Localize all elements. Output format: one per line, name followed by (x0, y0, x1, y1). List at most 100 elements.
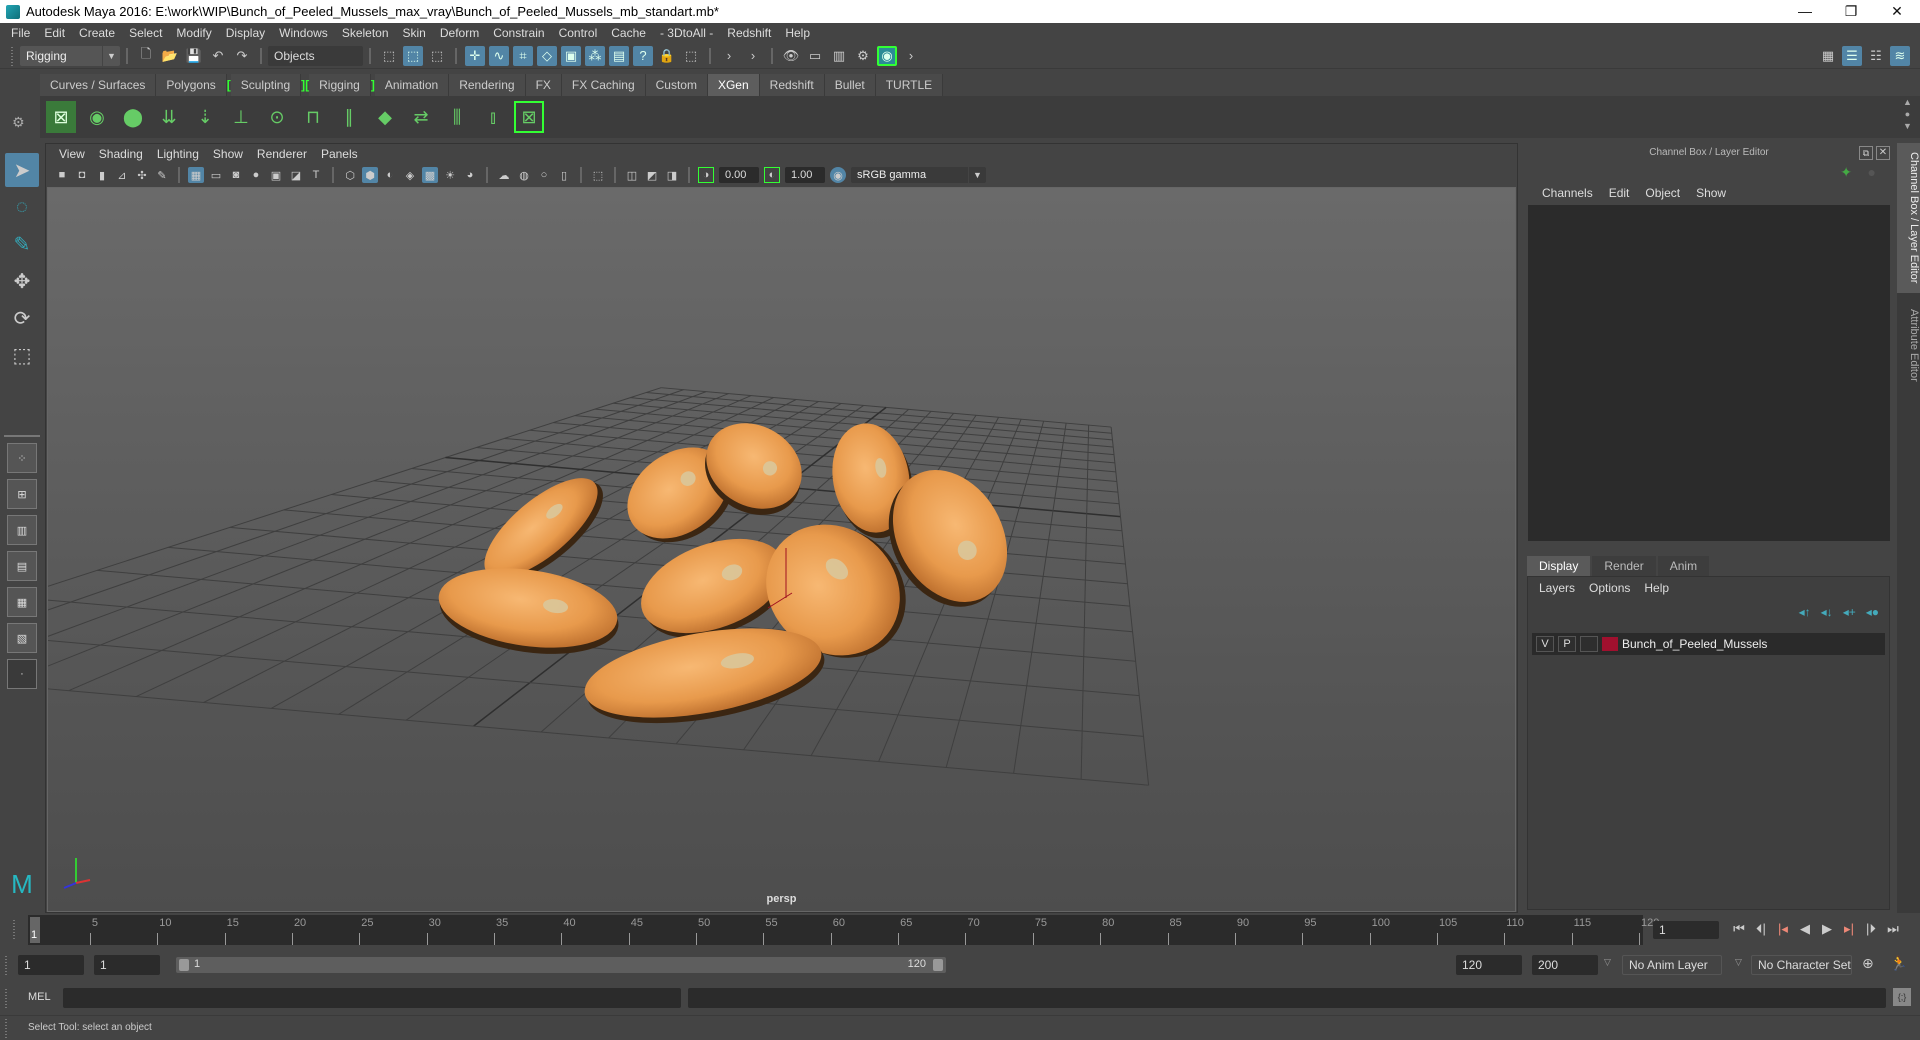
snap-grid-icon[interactable]: ✛ (465, 45, 485, 66)
new-layer-icon[interactable]: ◂+ (1843, 605, 1856, 619)
shelf-tab-fx[interactable]: FX (525, 74, 562, 96)
color-management-toggle-icon[interactable]: ◉ (830, 167, 846, 183)
layout-menu-icon[interactable]: · (7, 659, 37, 689)
new-layer-selected-icon[interactable]: ◂● (1866, 605, 1879, 619)
tool-settings-icon[interactable]: ☷ (1866, 46, 1886, 66)
render-frame-icon[interactable]: ▭ (805, 46, 825, 66)
animation-preferences-icon[interactable]: 🏃 (1890, 955, 1907, 972)
playback-start-field[interactable]: 1 (94, 955, 160, 975)
snap-plane-icon[interactable]: ◇ (537, 45, 557, 66)
panel-menu-panels[interactable]: Panels (314, 147, 365, 161)
step-back-key-icon[interactable]: |◂ (1772, 921, 1794, 937)
shelf-tab-rendering[interactable]: Rendering (449, 74, 526, 96)
single-perspective-layout-icon[interactable]: ⁘ (7, 443, 37, 473)
lock-guide-icon[interactable]: ⊓ (298, 101, 328, 133)
ipr-render-icon[interactable]: ▥ (829, 46, 849, 66)
menu-skin[interactable]: Skin (396, 26, 433, 40)
scene-canvas[interactable] (48, 188, 1516, 912)
channel-box-menu-edit[interactable]: Edit (1601, 186, 1638, 200)
select-object-icon[interactable]: ⬚ (403, 45, 423, 66)
channel-box-menu-channels[interactable]: Channels (1534, 186, 1601, 200)
bend-guide-icon[interactable]: ∥ (334, 101, 364, 133)
selection-mode-dropdown[interactable]: Objects (268, 45, 363, 66)
menu-file[interactable]: File (4, 26, 37, 40)
modeling-toolkit-icon[interactable]: ▦ (1818, 46, 1838, 66)
persp-graph-layout-icon[interactable]: ▤ (7, 551, 37, 581)
add-guide-icon[interactable]: ⊥ (226, 101, 256, 133)
menu-modify[interactable]: Modify (169, 26, 218, 40)
exposure-field[interactable]: 0.00 (719, 167, 759, 183)
guide-sculpt-icon[interactable]: ⫼ (442, 101, 472, 133)
3d-viewport[interactable]: persp (47, 187, 1516, 912)
menu-create[interactable]: Create (72, 26, 122, 40)
float-panel-icon[interactable]: ⧉ (1859, 146, 1873, 160)
hypershade-layout-icon[interactable]: ▦ (7, 587, 37, 617)
gamma-field[interactable]: 1.00 (785, 167, 825, 183)
end-time-field[interactable]: 200 (1532, 955, 1598, 975)
chevron-down-icon[interactable]: ▽ (1604, 957, 1611, 968)
menu-control[interactable]: Control (552, 26, 605, 40)
help-icon[interactable]: ? (633, 45, 653, 66)
command-input[interactable] (63, 988, 681, 1008)
menuset-dropdown[interactable]: Rigging ▼ (20, 45, 120, 66)
manipulator-axis-icon[interactable]: ✦ (1840, 164, 1852, 181)
persp-outliner-layout-icon[interactable]: ▥ (7, 515, 37, 545)
guide-length-icon[interactable]: ⫾ (478, 101, 508, 133)
render-view-icon[interactable]: ▤ (609, 45, 629, 66)
maximize-button[interactable]: ❐ (1828, 0, 1874, 23)
snap-curve-icon[interactable]: ∿ (489, 45, 509, 66)
safe-action-icon[interactable]: ◪ (288, 167, 304, 183)
guide-select-icon[interactable]: ◆ (370, 101, 400, 133)
image-plane-icon[interactable]: ⊿ (114, 167, 130, 183)
exposure-icon[interactable]: ◑ (698, 167, 714, 183)
smooth-shade-icon[interactable]: ⬢ (362, 167, 378, 183)
motion-blur-icon[interactable]: ◍ (516, 167, 532, 183)
menu-deform[interactable]: Deform (433, 26, 486, 40)
go-to-end-icon[interactable]: ⏭ (1882, 921, 1904, 937)
menu-skeleton[interactable]: Skeleton (335, 26, 396, 40)
channel-box-toggle-icon[interactable]: ≋ (1890, 46, 1910, 66)
shelf-tab-fx-caching[interactable]: FX Caching (561, 74, 646, 96)
range-bar[interactable]: 1 120 (176, 957, 946, 973)
step-forward-frame-icon[interactable]: |⏵ (1860, 921, 1882, 937)
view-transform-dropdown[interactable]: sRGB gamma ▼ (851, 167, 986, 183)
menu-edit[interactable]: Edit (37, 26, 72, 40)
expand-arrow-icon[interactable]: › (901, 46, 921, 66)
xgen-window-icon[interactable]: ⊠ (46, 101, 76, 133)
xray-joints-icon[interactable]: ◫ (624, 167, 640, 183)
add-guides-icon[interactable]: ⇊ (154, 101, 184, 133)
snap-surface-icon[interactable]: ▣ (561, 45, 581, 66)
layer-menu-help[interactable]: Help (1637, 581, 1676, 595)
script-editor-icon[interactable]: {;} (1893, 988, 1911, 1006)
new-scene-icon[interactable]: 🗋 (136, 46, 156, 66)
menu-windows[interactable]: Windows (272, 26, 335, 40)
expand-arrow-icon[interactable]: › (743, 46, 763, 66)
2d-pan-zoom-icon[interactable]: ✣ (134, 167, 150, 183)
safe-title-icon[interactable]: T (308, 167, 324, 183)
layer-menu-options[interactable]: Options (1582, 581, 1637, 595)
resolution-gate-icon[interactable]: ◙ (228, 167, 244, 183)
menu-help[interactable]: Help (778, 26, 817, 40)
lights-icon[interactable]: ☀ (442, 167, 458, 183)
layer-name[interactable]: Bunch_of_Peeled_Mussels (1622, 637, 1767, 651)
grip-handle[interactable] (10, 45, 14, 66)
snap-live-icon[interactable]: ⁂ (585, 45, 605, 66)
panel-menu-show[interactable]: Show (206, 147, 250, 161)
current-frame-field[interactable]: 1 (1653, 921, 1719, 939)
shadows-icon[interactable]: ◕ (462, 167, 478, 183)
layer-visibility-toggle[interactable]: V (1536, 636, 1554, 652)
grease-pencil-icon[interactable]: ✎ (154, 167, 170, 183)
menu-constrain[interactable]: Constrain (486, 26, 551, 40)
hypershade-icon[interactable]: ◉ (877, 45, 897, 66)
timeline-ruler[interactable]: 1 5 10 15 20 25 30 35 40 45 50 55 60 65 70 75 80 85 90 95 1… (28, 915, 1659, 945)
auto-key-icon[interactable]: ⊕ (1862, 955, 1874, 972)
layer-playback-toggle[interactable]: P (1558, 636, 1576, 652)
snap-point-icon[interactable]: ⌗ (513, 45, 533, 66)
channel-box-menu-show[interactable]: Show (1688, 186, 1734, 200)
save-scene-icon[interactable]: 💾 (184, 46, 204, 66)
menu-cache[interactable]: Cache (604, 26, 653, 40)
shelf-tab-xgen[interactable]: XGen (707, 74, 760, 96)
gate-mask-icon[interactable]: ● (248, 167, 264, 183)
film-gate-icon[interactable]: ▭ (208, 167, 224, 183)
sculpt-guides-icon[interactable]: ⇣ (190, 101, 220, 133)
